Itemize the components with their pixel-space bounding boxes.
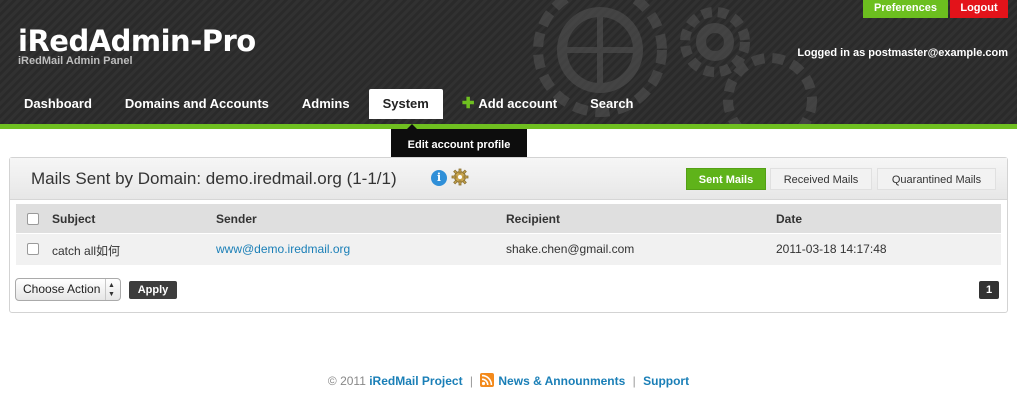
- tab-received-mails[interactable]: Received Mails: [770, 168, 872, 190]
- row-sender-link[interactable]: www@demo.iredmail.org: [216, 242, 350, 256]
- logged-in-status: Logged in as postmaster@example.com: [797, 47, 1008, 59]
- column-sender[interactable]: Sender: [216, 212, 257, 226]
- table-row: catch all如何 www@demo.iredmail.org shake.…: [16, 234, 1001, 265]
- footer-support-link[interactable]: Support: [643, 374, 689, 388]
- column-date[interactable]: Date: [776, 212, 802, 226]
- main-nav: Dashboard Domains and Accounts Admins Sy…: [10, 89, 653, 119]
- preferences-button[interactable]: Preferences: [863, 0, 948, 18]
- gear-icon[interactable]: [451, 168, 469, 186]
- tab-sent-mails[interactable]: Sent Mails: [686, 168, 766, 190]
- plus-icon: ✚: [461, 95, 475, 112]
- choose-action-select[interactable]: Choose Action ▲ ▼: [15, 278, 121, 301]
- select-all-checkbox[interactable]: [27, 213, 39, 225]
- apply-button[interactable]: Apply: [129, 281, 177, 299]
- choose-action-value: Choose Action: [23, 282, 101, 296]
- nav-admins[interactable]: Admins: [288, 89, 364, 119]
- page-number-button[interactable]: 1: [979, 281, 999, 299]
- footer-news-link[interactable]: News & Announments: [498, 374, 625, 388]
- tab-quarantined-mails[interactable]: Quarantined Mails: [877, 168, 996, 190]
- nav-add-account-label: Add account: [478, 96, 558, 111]
- select-arrows-icon: ▲ ▼: [105, 279, 117, 300]
- app-subtitle: iRedMail Admin Panel: [18, 55, 133, 67]
- footer-separator-1: |: [469, 374, 474, 388]
- footer-copyright: © 2011: [327, 374, 366, 388]
- footer-separator-2: |: [632, 374, 636, 388]
- app-title: iRedAdmin-Pro: [18, 24, 256, 58]
- column-subject[interactable]: Subject: [52, 212, 95, 226]
- header: iRedAdmin-Pro iRedMail Admin Panel Logge…: [0, 0, 1017, 124]
- nav-add-account[interactable]: ✚ Add account: [448, 89, 571, 119]
- box-header: Mails Sent by Domain: demo.iredmail.org …: [10, 158, 1007, 200]
- footer-project-link[interactable]: iRedMail Project: [369, 374, 462, 388]
- row-date: 2011-03-18 14:17:48: [776, 242, 887, 256]
- footer: © 2011 iRedMail Project | News & Announm…: [0, 373, 1017, 388]
- row-subject: catch all如何: [52, 244, 121, 258]
- nav-search[interactable]: Search: [576, 89, 647, 119]
- row-checkbox[interactable]: [27, 243, 39, 255]
- nav-dashboard[interactable]: Dashboard: [10, 89, 106, 119]
- rss-icon: [480, 373, 495, 387]
- page-title: Mails Sent by Domain: demo.iredmail.org …: [31, 169, 397, 188]
- mails-box: Mails Sent by Domain: demo.iredmail.org …: [9, 157, 1008, 313]
- nav-domains-and-accounts[interactable]: Domains and Accounts: [111, 89, 283, 119]
- nav-system[interactable]: System: [368, 89, 443, 119]
- logout-button[interactable]: Logout: [950, 0, 1008, 18]
- row-recipient: shake.chen@gmail.com: [506, 242, 635, 256]
- table-header: Subject Sender Recipient Date: [16, 204, 1001, 233]
- column-recipient[interactable]: Recipient: [506, 212, 560, 226]
- info-icon[interactable]: i: [431, 170, 447, 186]
